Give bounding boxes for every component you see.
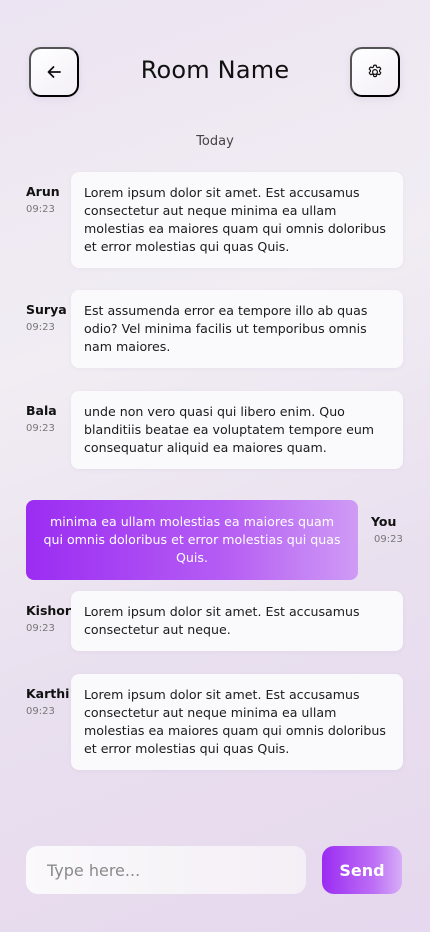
message-time: 09:23	[26, 322, 55, 333]
sender-name: Bala	[26, 403, 57, 418]
sender-name: Kishor	[26, 603, 72, 618]
message-meta: You 09:23	[371, 514, 403, 545]
message-bubble: Lorem ipsum dolor sit amet. Est accusamu…	[71, 172, 403, 268]
message-meta: Surya 09:23	[26, 302, 67, 333]
message-time: 09:23	[26, 204, 55, 215]
message-bubble-self: minima ea ullam molestias ea maiores qua…	[26, 500, 358, 580]
gear-icon	[368, 64, 382, 78]
sender-name: Arun	[26, 184, 60, 199]
send-button[interactable]: Send	[322, 846, 402, 894]
message-bubble: Lorem ipsum dolor sit amet. Est accusamu…	[71, 591, 403, 651]
message-input[interactable]	[26, 846, 306, 894]
message-time: 09:23	[374, 534, 403, 545]
page-title: Room Name	[140, 56, 290, 84]
message-time: 09:23	[26, 706, 55, 717]
message-meta: Arun 09:23	[26, 184, 60, 215]
message-time: 09:23	[26, 423, 55, 434]
settings-button[interactable]	[350, 47, 400, 97]
back-button[interactable]	[29, 47, 79, 97]
message-bubble: Lorem ipsum dolor sit amet. Est accusamu…	[71, 674, 403, 770]
arrow-left-icon	[47, 66, 61, 78]
message-time: 09:23	[26, 623, 55, 634]
sender-name: You	[371, 514, 397, 529]
message-bubble: Est assumenda error ea tempore illo ab q…	[71, 290, 403, 368]
message-bubble: unde non vero quasi qui libero enim. Quo…	[71, 391, 403, 469]
message-meta: Kishor 09:23	[26, 603, 71, 634]
sender-name: Karthi	[26, 686, 70, 701]
date-separator: Today	[196, 134, 234, 149]
sender-name: Surya	[26, 302, 67, 317]
message-meta: Bala 09:23	[26, 403, 57, 434]
message-meta: Karthi 09:23	[26, 686, 69, 717]
